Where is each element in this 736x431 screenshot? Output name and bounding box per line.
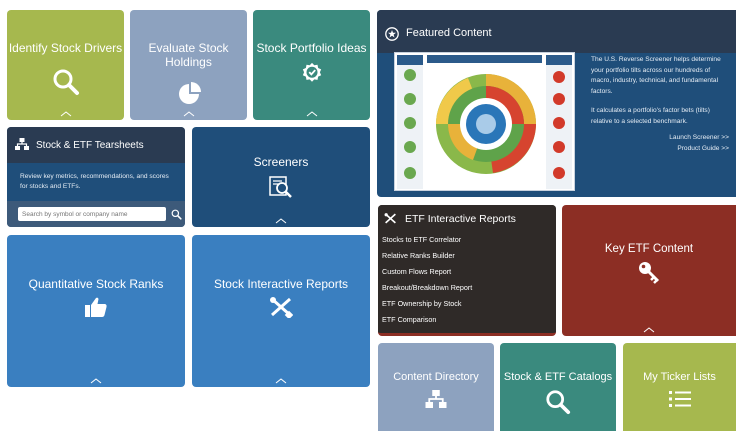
screeners-tile[interactable]: Screeners	[192, 127, 370, 227]
tearsheets-search-bar	[7, 201, 185, 227]
featured-paragraph-2: It calculates a portfolio's factor bets …	[591, 107, 710, 125]
etf-report-link[interactable]: Stocks to ETF Correlator	[382, 232, 552, 248]
featured-text: The U.S. Reverse Screener helps determin…	[591, 55, 731, 154]
featured-thumbnail[interactable]	[394, 52, 575, 191]
search-icon[interactable]	[171, 207, 182, 225]
chevron-up-icon	[643, 327, 655, 333]
featured-paragraph-1: The U.S. Reverse Screener helps determin…	[591, 56, 721, 95]
thumbnail-left-column	[397, 55, 423, 189]
key-icon	[637, 260, 661, 289]
featured-header: Featured Content	[377, 10, 736, 53]
stock-etf-catalogs-tile[interactable]: Stock & ETF Catalogs	[500, 343, 616, 431]
etf-reports-title: ETF Interactive Reports	[405, 213, 516, 225]
sitemap-icon	[15, 138, 29, 152]
thumbs-up-icon	[84, 296, 108, 323]
featured-content-panel: Featured Content The U.S. Reverse Screen…	[377, 10, 736, 197]
tile-title: My Ticker Lists	[643, 371, 716, 383]
quantitative-stock-ranks-tile[interactable]: Quantitative Stock Ranks	[7, 235, 185, 387]
chevron-up-icon	[275, 378, 287, 384]
sunburst-chart	[433, 71, 539, 182]
tile-title: Content Directory	[393, 371, 479, 383]
tile-title: Stock Interactive Reports	[213, 277, 349, 291]
badge-check-icon	[301, 62, 323, 89]
tile-title: Stock & ETF Catalogs	[503, 371, 613, 383]
chevron-up-icon	[60, 111, 72, 117]
tile-title: Identify Stock Drivers	[8, 41, 123, 55]
tearsheets-description: Review key metrics, recommendations, and…	[20, 173, 169, 190]
thumbnail-right-column	[546, 55, 572, 189]
chevron-up-icon	[183, 111, 195, 117]
key-etf-content-tile[interactable]: Key ETF Content	[562, 205, 736, 336]
search-icon	[52, 68, 80, 101]
tearsheets-search-input[interactable]	[18, 207, 166, 221]
list-icon	[668, 390, 691, 413]
screener-search-icon	[269, 176, 293, 203]
tools-icon	[269, 296, 294, 323]
tile-title: Stock Portfolio Ideas	[256, 41, 367, 55]
etf-interactive-reports-panel: ETF Interactive Reports Stocks to ETF Co…	[378, 205, 556, 336]
tile-title: Evaluate Stock Holdings	[148, 41, 229, 69]
chevron-up-icon	[275, 218, 287, 224]
tearsheets-header: Stock & ETF Tearsheets	[7, 127, 185, 163]
stock-interactive-reports-tile[interactable]: Stock Interactive Reports	[192, 235, 370, 387]
chevron-up-icon	[306, 111, 318, 117]
search-icon	[545, 389, 571, 420]
etf-reports-list: Stocks to ETF Correlator Relative Ranks …	[382, 232, 552, 328]
etf-report-link[interactable]: Custom Flows Report	[382, 264, 552, 280]
tile-title: Quantitative Stock Ranks	[28, 277, 164, 291]
tearsheets-panel: Stock & ETF Tearsheets Review key metric…	[7, 127, 185, 227]
content-directory-tile[interactable]: Content Directory	[378, 343, 494, 431]
tile-title: Screeners	[253, 155, 309, 169]
etf-report-link[interactable]: Breakout/Breakdown Report	[382, 280, 552, 296]
etf-reports-header: ETF Interactive Reports	[378, 205, 556, 233]
etf-report-link[interactable]: ETF Comparison	[382, 312, 552, 328]
tearsheets-title: Stock & ETF Tearsheets	[36, 139, 144, 151]
pie-chart-icon	[177, 82, 201, 111]
etf-report-link[interactable]: Relative Ranks Builder	[382, 248, 552, 264]
etf-report-link[interactable]: ETF Ownership by Stock	[382, 296, 552, 312]
featured-title: Featured Content	[406, 27, 492, 39]
chevron-up-icon	[90, 378, 102, 384]
my-ticker-lists-tile[interactable]: My Ticker Lists	[623, 343, 736, 431]
launch-screener-link[interactable]: Launch Screener >>	[591, 133, 729, 144]
tools-icon	[384, 212, 398, 226]
stock-portfolio-ideas-tile[interactable]: Stock Portfolio Ideas	[253, 10, 370, 120]
sitemap-icon	[425, 390, 447, 413]
product-guide-link[interactable]: Product Guide >>	[591, 144, 729, 155]
evaluate-stock-holdings-tile[interactable]: Evaluate Stock Holdings	[130, 10, 247, 120]
identify-stock-drivers-tile[interactable]: Identify Stock Drivers	[7, 10, 124, 120]
tile-title: Key ETF Content	[604, 243, 694, 255]
star-icon	[385, 27, 399, 41]
